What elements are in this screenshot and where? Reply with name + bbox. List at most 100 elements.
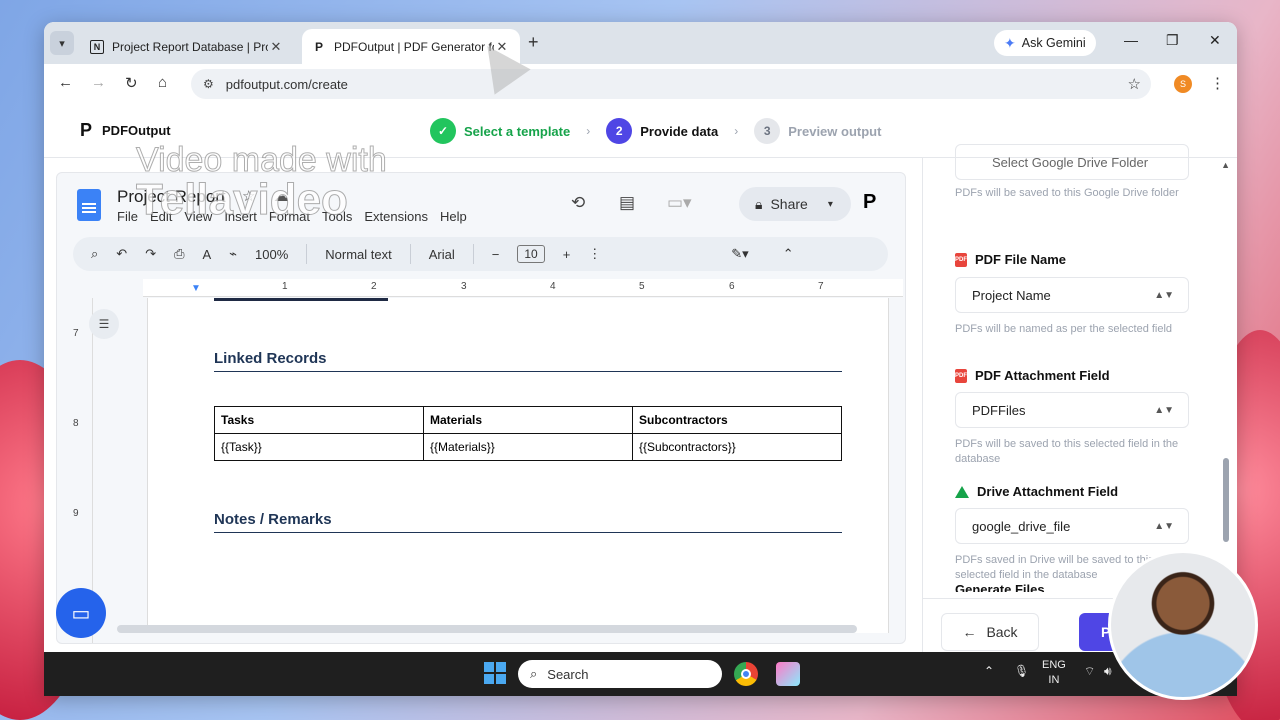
menu-insert[interactable]: Insert [224,209,257,224]
volume-icon[interactable]: 🔊︎ [1104,664,1112,679]
ruler-mark: 8 [73,418,79,429]
step-provide-data[interactable]: 2 Provide data [606,118,718,144]
zoom-select[interactable]: 100% [255,247,288,262]
drive-folder-select[interactable]: Select Google Drive Folder [955,144,1189,180]
home-icon[interactable]: ⌂ [158,74,167,91]
pdf-attachment-select[interactable]: PDFFiles ▲▼ [955,392,1189,428]
lang-region: IN [1048,674,1060,686]
doc-title-icons: ☆ ☁ [242,187,288,205]
google-docs-icon[interactable] [77,189,101,221]
meet-icon[interactable]: ▭▾ [667,193,692,213]
updown-icon: ▲▼ [1154,404,1174,416]
browser-menu-icon[interactable]: ⋮ [1210,74,1225,92]
tab-search-button[interactable]: ▾ [50,31,74,55]
gemini-icon: ✦ [1004,34,1016,51]
back-arrow-icon[interactable]: ← [58,74,73,91]
chat-icon[interactable]: ▭ [56,588,106,638]
reload-icon[interactable]: ↻ [125,74,138,92]
pdf-file-name-select[interactable]: Project Name ▲▼ [955,277,1189,313]
redo-icon[interactable]: ↷ [145,246,156,262]
select-value: Project Name [972,287,1051,303]
step-number: 3 [754,118,781,144]
step-preview-output[interactable]: 3 Preview output [754,118,881,144]
profile-avatar[interactable]: S [1174,75,1192,93]
ruler-mark: 1 [282,281,288,292]
windows-start-icon[interactable] [484,662,506,684]
forward-arrow-icon[interactable]: → [91,74,106,91]
pdf-attachment-help: PDFs will be saved to this selected fiel… [955,438,1179,465]
notes-heading: Notes / Remarks [214,511,842,533]
restore-button[interactable]: ❐ [1166,32,1179,49]
indent-marker-icon[interactable]: ▼ [191,283,201,294]
doc-title[interactable]: Project Report [117,187,226,207]
chevron-right-icon: › [586,124,591,138]
bookmark-star-icon[interactable]: ☆ [1128,75,1141,93]
language-indicator[interactable]: ENG IN [1042,658,1066,688]
chrome-icon[interactable] [734,662,758,686]
drive-attachment-select[interactable]: google_drive_file ▲▼ [955,508,1189,544]
search-icon[interactable]: ⌕ [91,246,98,262]
spellcheck-icon[interactable]: A [203,247,212,262]
scroll-up-icon[interactable]: ▲ [1221,160,1230,170]
menu-tools[interactable]: Tools [322,209,352,224]
step-select-template[interactable]: ✓ Select a template [430,118,570,144]
horizontal-scrollbar[interactable] [117,625,857,633]
close-window-button[interactable]: ✕ [1209,32,1221,49]
address-bar[interactable]: ⚙ pdfoutput.com/create ☆ [191,69,1151,99]
ask-gemini-button[interactable]: ✦ Ask Gemini [994,30,1096,56]
check-icon: ✓ [430,118,456,144]
microphone-icon[interactable]: 🎙︎ [1014,664,1029,678]
ruler-mark: 7 [818,281,824,292]
step-number: 2 [606,118,633,144]
app-icon[interactable] [776,662,800,686]
star-icon[interactable]: ☆ [242,187,255,205]
share-button[interactable]: 🔒︎ Share ▾ [739,187,851,221]
menu-file[interactable]: File [117,209,138,224]
doc-page[interactable]: Linked Records Tasks Materials Subcontra… [147,298,889,633]
close-icon[interactable]: ✕ [268,39,284,55]
undo-icon[interactable]: ↶ [116,246,127,262]
pdf-file-name-help: PDFs will be named as per the selected f… [955,323,1173,335]
brand[interactable]: P PDFOutput [80,120,171,141]
history-icon[interactable]: ⟲ [571,193,585,213]
font-size-input[interactable]: 10 [517,245,545,263]
taskbar-search[interactable]: ⌕ Search [518,660,722,688]
drive-attachment-label: Drive Attachment Field [955,484,1118,499]
select-value: google_drive_file [972,518,1071,534]
menu-format[interactable]: Format [269,209,310,224]
menu-extensions[interactable]: Extensions [364,209,428,224]
menu-help[interactable]: Help [440,209,467,224]
search-label: Search [547,666,589,682]
font-size-decrease-icon[interactable]: − [492,247,500,262]
panel-scrollbar[interactable] [1223,458,1229,542]
step-label: Preview output [788,123,882,139]
chevron-up-icon[interactable]: ⌃ [984,664,994,678]
comment-icon[interactable]: ▤ [619,193,635,213]
wifi-icon[interactable]: ⌔ [1084,664,1095,679]
print-icon[interactable]: ⎙ [174,246,184,262]
paint-format-icon[interactable]: ⌁ [229,246,237,262]
more-icon[interactable]: ⋮ [588,246,601,262]
label-text: Drive Attachment Field [977,484,1119,499]
webcam-overlay [1108,550,1258,700]
style-select[interactable]: Normal text [325,247,391,262]
back-button[interactable]: ← Back [941,613,1039,651]
font-size-increase-icon[interactable]: + [563,247,571,262]
tab-title: PDFOutput | PDF Generator for [334,39,494,54]
format-toolbar: ⌕ ↶ ↷ ⎙ A ⌁ 100% Normal text Arial − 10 … [73,237,888,271]
tab-project-report[interactable]: N Project Report Database | Proje ✕ [80,29,294,64]
minimize-button[interactable]: — [1124,32,1138,48]
table-header-cell: Tasks [214,406,424,434]
windows-taskbar: ⌕ Search ⌃ 🎙︎ ENG IN ⌔ 🔊︎ [44,652,1237,696]
edit-mode-icon[interactable]: ✎▾ [731,246,748,262]
new-tab-button[interactable]: + [528,32,539,53]
menu-view[interactable]: View [184,209,212,224]
doc-menu-bar: File Edit View Insert Format Tools Exten… [117,209,467,224]
arrow-left-icon: ← [962,624,977,640]
font-select[interactable]: Arial [429,247,455,262]
collapse-icon[interactable]: ⌃ [783,246,794,262]
menu-edit[interactable]: Edit [150,209,172,224]
pdfoutput-addon-icon[interactable]: P [863,191,876,214]
site-info-icon[interactable]: ⚙ [203,77,214,91]
document-outline-icon[interactable]: ☰ [89,309,119,339]
